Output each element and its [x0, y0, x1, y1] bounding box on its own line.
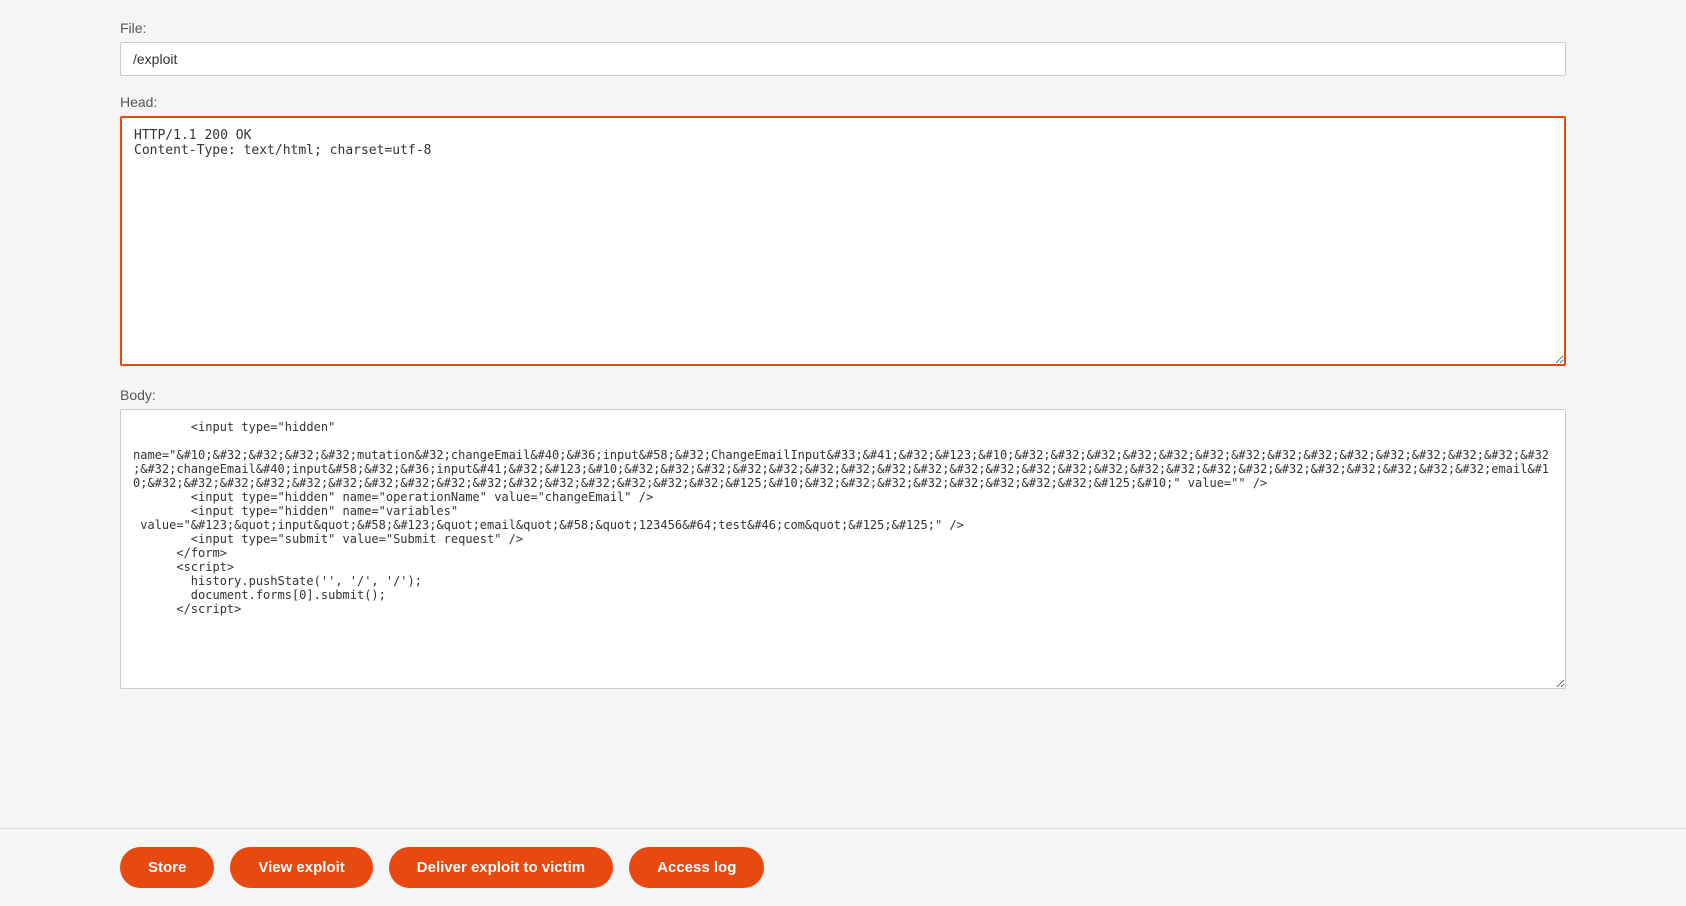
head-textarea[interactable]: [120, 116, 1566, 366]
view-exploit-button[interactable]: View exploit: [230, 847, 372, 888]
bottom-bar: Store View exploit Deliver exploit to vi…: [0, 828, 1686, 906]
body-label: Body:: [120, 387, 1566, 403]
deliver-exploit-button[interactable]: Deliver exploit to victim: [389, 847, 613, 888]
head-label: Head:: [120, 94, 1566, 110]
store-button[interactable]: Store: [120, 847, 214, 888]
file-input[interactable]: [120, 42, 1566, 76]
access-log-button[interactable]: Access log: [629, 847, 764, 888]
file-label: File:: [120, 20, 1566, 36]
body-textarea[interactable]: [120, 409, 1566, 689]
